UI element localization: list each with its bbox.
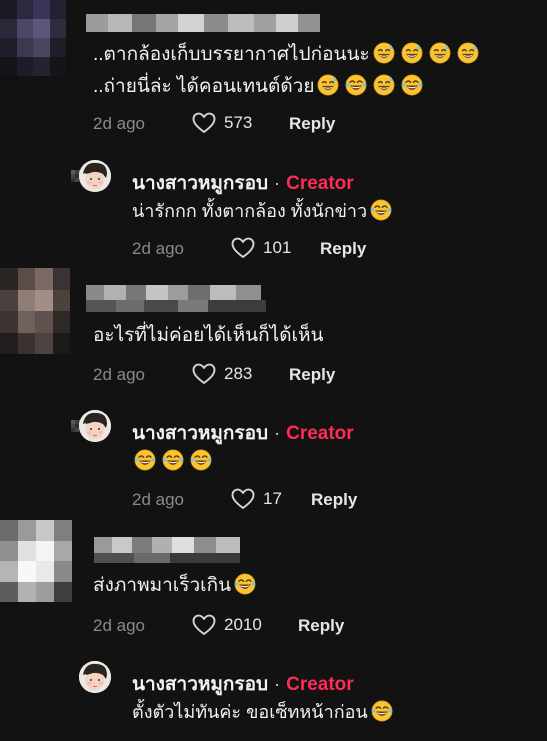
- creator-name[interactable]: นางสาวหมูกรอบ: [132, 669, 268, 699]
- separator-dot: ·: [274, 423, 281, 443]
- reply-text-content: ตั้งตัวไม่ทันค่ะ ขอเซ็ทหน้าก่อน: [132, 702, 368, 722]
- reply-header: นางสาวหมูกรอบ · Creator: [132, 669, 354, 699]
- reply-button[interactable]: Reply: [320, 239, 366, 259]
- heart-icon: [231, 488, 255, 510]
- heart-icon: [192, 363, 216, 385]
- separator-dot: ·: [274, 173, 281, 193]
- reply-header: นางสาวหมูกรอบ · Creator: [132, 168, 354, 198]
- reply-text: น่ารักกก ทั้งตากล้อง ทั้งนักข่าว: [132, 198, 392, 224]
- creator-avatar[interactable]: [79, 410, 111, 442]
- creator-face-icon: [79, 661, 111, 693]
- reply-text-content: น่ารักกก ทั้งตากล้อง ทั้งนักข่าว: [132, 201, 368, 221]
- grinning-face-with-sweat-icon: [317, 74, 339, 96]
- grinning-face-with-sweat-icon: [429, 42, 451, 64]
- grinning-face-with-sweat-icon: [401, 42, 423, 64]
- comment-text: ..ถ่ายนี่ล่ะ ได้คอนเทนต์ด้วย: [93, 73, 423, 101]
- face-with-tears-of-joy-icon: [401, 74, 423, 96]
- like-button[interactable]: 101: [231, 237, 291, 259]
- creator-face-icon: [79, 410, 111, 442]
- reply-text: [132, 448, 212, 474]
- commenter-name-blurred[interactable]: [86, 285, 261, 300]
- heart-icon: [231, 237, 255, 259]
- creator-name[interactable]: นางสาวหมูกรอบ: [132, 168, 268, 198]
- comment-text-line1: ส่งภาพมาเร็วเกิน: [93, 575, 232, 596]
- creator-name[interactable]: นางสาวหมูกรอบ: [132, 418, 268, 448]
- reply-button[interactable]: Reply: [298, 616, 344, 636]
- comment-text: อะไรที่ไม่ค่อยได้เห็นก็ได้เห็น: [93, 322, 324, 350]
- commenter-avatar[interactable]: [0, 0, 66, 76]
- creator-badge: Creator: [286, 173, 354, 194]
- like-button[interactable]: 573: [192, 112, 252, 134]
- reply-time: 2d ago: [132, 239, 184, 258]
- grinning-face-with-sweat-icon: [373, 74, 395, 96]
- commenter-name-blurred: [86, 300, 266, 312]
- reply-button[interactable]: Reply: [311, 490, 357, 510]
- face-with-tears-of-joy-icon: [370, 199, 392, 221]
- heart-icon: [192, 614, 216, 636]
- commenter-name-blurred[interactable]: [94, 537, 240, 553]
- commenter-name-blurred: [94, 553, 240, 563]
- like-count: 573: [224, 113, 253, 132]
- comment-time: 2d ago: [93, 365, 145, 384]
- separator-dot: ·: [274, 674, 281, 694]
- comment-text-line1: ..ตากล้องเก็บบรรยากาศไปก่อนนะ: [93, 44, 370, 65]
- reply-button[interactable]: Reply: [289, 365, 335, 385]
- comment-text-line2: ..ถ่ายนี่ล่ะ ได้คอนเทนต์ด้วย: [93, 76, 315, 97]
- commenter-avatar[interactable]: [0, 520, 72, 602]
- creator-avatar[interactable]: [79, 160, 111, 192]
- face-with-tears-of-joy-icon: [190, 449, 212, 471]
- face-with-tears-of-joy-icon: [134, 449, 156, 471]
- comment-text: ..ตากล้องเก็บบรรยากาศไปก่อนนะ: [93, 41, 479, 69]
- grinning-face-with-sweat-icon: [457, 42, 479, 64]
- face-with-tears-of-joy-icon: [234, 573, 256, 595]
- like-button[interactable]: 283: [192, 363, 252, 385]
- face-with-tears-of-joy-icon: [345, 74, 367, 96]
- like-count: 2010: [224, 615, 262, 634]
- reply-text: ตั้งตัวไม่ทันค่ะ ขอเซ็ทหน้าก่อน: [132, 699, 393, 725]
- like-count: 101: [263, 238, 292, 257]
- creator-badge: Creator: [286, 423, 354, 444]
- like-count: 17: [263, 489, 282, 508]
- creator-avatar[interactable]: [79, 661, 111, 693]
- creator-badge: Creator: [286, 674, 354, 695]
- comment-text-line1: อะไรที่ไม่ค่อยได้เห็นก็ได้เห็น: [93, 325, 324, 346]
- creator-face-icon: [79, 160, 111, 192]
- reply-time: 2d ago: [132, 490, 184, 509]
- reply-button[interactable]: Reply: [289, 114, 335, 134]
- comment-time: 2d ago: [93, 616, 145, 635]
- commenter-name-blurred[interactable]: [86, 14, 320, 32]
- reply-header: นางสาวหมูกรอบ · Creator: [132, 418, 354, 448]
- comment-text: ส่งภาพมาเร็วเกิน: [93, 572, 256, 600]
- like-count: 283: [224, 364, 253, 383]
- comment-time: 2d ago: [93, 114, 145, 133]
- like-button[interactable]: 17: [231, 488, 282, 510]
- face-with-tears-of-joy-icon: [162, 449, 184, 471]
- commenter-avatar[interactable]: [0, 268, 70, 354]
- grinning-face-with-sweat-icon: [373, 42, 395, 64]
- heart-icon: [192, 112, 216, 134]
- like-button[interactable]: 2010: [192, 614, 262, 636]
- face-with-tears-of-joy-icon: [371, 700, 393, 722]
